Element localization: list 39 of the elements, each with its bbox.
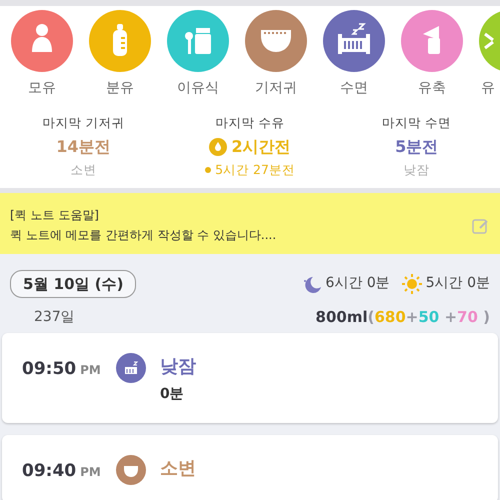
category-button[interactable]: 이유식 (167, 10, 229, 110)
crib-icon (116, 352, 146, 382)
category-button[interactable]: 유 (479, 10, 500, 110)
entry-card[interactable]: 09:50 PM 낮잠 0분 (2, 332, 498, 422)
stat-title: 마지막 수면 (382, 114, 452, 132)
stat-subtitle: 낮잠 (404, 160, 430, 179)
entry-time: 09:40 (22, 460, 76, 482)
category-button[interactable]: 수면 (323, 10, 385, 110)
entry-detail: 0분 (160, 384, 185, 404)
volume-total: 800ml(680+50 +70 ) (316, 307, 490, 328)
stat-value: 5분전 (395, 136, 438, 158)
stat-title: 마지막 기저귀 (42, 114, 124, 132)
note-text: 퀵 노트에 메모를 간편하게 작성할 수 있습니다.... (10, 226, 276, 244)
night-sleep-text: 6시간 0분 (325, 274, 390, 294)
category-button[interactable]: 유축 (401, 10, 463, 110)
note-title: [퀵 노트 도움말] (10, 206, 100, 224)
entry-time: 09:50 (22, 358, 76, 380)
sun-icon (402, 274, 422, 294)
category-button[interactable]: 분유 (89, 10, 151, 110)
entry-card[interactable]: 09:40 PM 소변 (2, 434, 498, 500)
dot-icon (205, 167, 212, 174)
stat-subtitle: 소변 (70, 160, 96, 179)
category-button[interactable]: 모유 (11, 10, 73, 110)
stat-title: 마지막 수유 (216, 114, 284, 132)
entry-ampm: PM (80, 464, 101, 480)
stat-value: 14분전 (56, 136, 110, 158)
entry-title: 낮잠 (160, 354, 196, 378)
edit-icon[interactable] (472, 216, 490, 234)
drop-icon (209, 138, 228, 156)
entry-title: 소변 (160, 456, 196, 480)
day-sleep-text: 5시간 0분 (426, 274, 490, 294)
diaper-icon (116, 454, 146, 484)
entry-ampm: PM (80, 362, 101, 378)
age-text: 237일 (33, 308, 75, 327)
moon-icon (301, 274, 322, 293)
stat-value: 2시간전 (231, 136, 291, 158)
stat-subtitle: 5시간 27분전 (215, 160, 295, 179)
category-button[interactable]: 기저귀 (245, 10, 307, 110)
date-button[interactable]: 5월 10일 (수) (10, 270, 136, 298)
